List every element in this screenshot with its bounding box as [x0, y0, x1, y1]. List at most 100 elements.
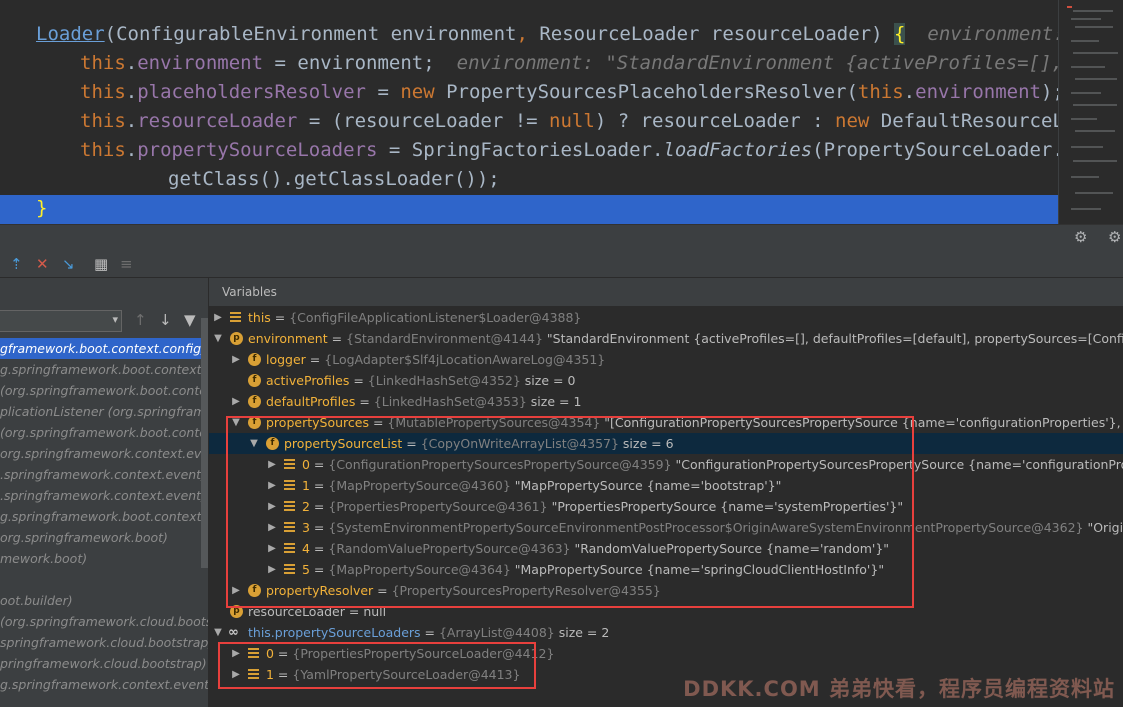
code-token: placeholdersResolver: [137, 81, 366, 103]
frames-scrollbar[interactable]: [201, 318, 208, 568]
minimap-line: [1073, 52, 1118, 54]
stack-frame[interactable]: gframework.boot.context.config): [0, 338, 208, 359]
variable-ref: {LinkedHashSet@4352}: [367, 373, 521, 388]
minimap-line: [1071, 92, 1101, 94]
code-brace: {: [893, 23, 906, 45]
run-to-cursor-icon[interactable]: ↘: [62, 255, 75, 273]
filter-icon[interactable]: ▼: [184, 311, 196, 329]
code-line-6: getClass().getClassLoader());: [168, 165, 500, 194]
variable-value: size = 2: [554, 625, 610, 640]
code-token: this: [80, 139, 126, 161]
stack-frame[interactable]: org.springframework.boot): [0, 527, 208, 548]
parameter-icon: p: [230, 332, 243, 345]
code-token: this: [80, 52, 126, 74]
inline-debug-hint: environment: "StandardEnvironment {activ…: [456, 52, 1058, 74]
code-line-2: this.environment = environment; environme…: [80, 49, 1058, 78]
drop-frame-icon[interactable]: ✕: [36, 255, 49, 273]
stack-frame[interactable]: oot.builder): [0, 590, 208, 611]
variable-equals: =: [355, 394, 374, 409]
code-token: ) ? resourceLoader :: [594, 110, 836, 132]
chevron-down-icon: ▾: [112, 313, 118, 326]
minimap-line: [1071, 118, 1097, 120]
collapse-icon[interactable]: ▼: [212, 622, 224, 643]
code-line-4: this.resourceLoader = (resourceLoader !=…: [80, 107, 1058, 136]
editor-minimap[interactable]: [1058, 0, 1123, 224]
minimap-line: [1073, 10, 1113, 12]
stack-frame[interactable]: springframework.cloud.bootstrap): [0, 632, 208, 653]
variable-equals: =: [270, 310, 290, 325]
variable-name: defaultProfiles: [266, 394, 356, 409]
collapse-icon[interactable]: ▼: [212, 328, 224, 349]
variable-value: "OriginAwareSy: [1087, 520, 1123, 535]
minimap-line: [1075, 78, 1117, 80]
minimap-line: [1073, 160, 1117, 162]
code-token: = (resourceLoader !=: [297, 110, 550, 132]
arrow-up-icon[interactable]: ↑: [134, 311, 147, 329]
variable-equals: =: [305, 352, 325, 367]
code-token[interactable]: Loader: [36, 23, 105, 45]
code-token: getClass().getClassLoader());: [168, 168, 500, 190]
code-token: (ConfigurableEnvironment environment: [104, 23, 517, 45]
debugger-toolbar: ⇡ ✕ ↘ ▦ ≡: [0, 251, 1123, 278]
variable-value: size = 0: [520, 373, 576, 388]
field-icon: f: [248, 374, 261, 387]
expand-icon[interactable]: ▶: [212, 307, 224, 328]
variable-row[interactable]: ▼ ∞ this.propertySourceLoaders = {ArrayLis…: [209, 622, 1123, 643]
variable-ref: {StandardEnvironment@4144}: [346, 331, 543, 346]
minimap-line: [1075, 26, 1113, 28]
variable-ref: {LogAdapter$Slf4jLocationAwareLog@4351}: [324, 352, 606, 367]
variable-row[interactable]: ▶ f defaultProfiles = {LinkedHashSet@4353}…: [209, 391, 1123, 412]
step-out-icon[interactable]: ⇡: [10, 255, 23, 273]
current-line-highlight: [0, 195, 1058, 224]
error-marker[interactable]: [1067, 6, 1072, 8]
code-token: null: [549, 110, 595, 132]
minimap-line: [1075, 192, 1113, 194]
stack-frame[interactable]: mework.boot): [0, 548, 208, 569]
variable-text: activeProfiles = {LinkedHashSet@4352} si…: [266, 370, 575, 391]
variable-equals: =: [327, 331, 347, 346]
stack-frame[interactable]: (org.springframework.boot.context.confi: [0, 422, 208, 443]
code-token: = SpringFactoriesLoader.: [377, 139, 664, 161]
code-line-5: this.propertySourceLoaders = SpringFacto…: [80, 136, 1058, 165]
arrow-down-icon[interactable]: ↓: [159, 311, 172, 329]
variable-ref: {ConfigFileApplicationListener$Loader@43…: [289, 310, 582, 325]
stack-frame[interactable]: g.springframework.boot.context.event: [0, 506, 208, 527]
minimap-line: [1071, 18, 1101, 20]
thread-selector[interactable]: ▾: [0, 310, 122, 332]
code-token: ResourceLoader resourceLoader): [539, 23, 894, 45]
settings-icon[interactable]: ⚙: [1074, 228, 1087, 246]
gear-icon[interactable]: ⚙: [1108, 228, 1121, 246]
code-line-7: }: [36, 194, 47, 223]
code-editor[interactable]: Loader(ConfigurableEnvironment environme…: [0, 0, 1058, 224]
expand-icon[interactable]: ▶: [230, 349, 242, 370]
stack-frame[interactable]: .springframework.context.event): [0, 464, 208, 485]
field-icon: f: [248, 395, 261, 408]
variable-value: "StandardEnvironment {activeProfiles=[],…: [546, 331, 1123, 346]
stack-frame[interactable]: (org.springframework.cloud.bootst: [0, 611, 208, 632]
variable-row[interactable]: ▶ this = {ConfigFileApplicationListener$L…: [209, 307, 1123, 328]
variable-row[interactable]: f activeProfiles = {LinkedHashSet@4352} s…: [209, 370, 1123, 391]
expand-icon[interactable]: ▶: [230, 391, 242, 412]
stack-frame[interactable]: .springframework.context.event): [0, 485, 208, 506]
variables-panel: Variables ▶ this = {ConfigFileApplication…: [209, 278, 1123, 707]
variable-equals: =: [420, 625, 439, 640]
variable-row[interactable]: ▶ f logger = {LogAdapter$Slf4jLocationAwar…: [209, 349, 1123, 370]
code-token: = environment;: [263, 52, 435, 74]
evaluate-expression-icon[interactable]: ▦: [94, 255, 108, 273]
code-token: this: [80, 81, 126, 103]
trace-stream-icon[interactable]: ≡: [120, 255, 133, 273]
stack-frame[interactable]: (org.springframework.boot.context: [0, 380, 208, 401]
stack-frame[interactable]: g.springframework.boot.context.co: [0, 359, 208, 380]
code-token: =: [366, 81, 401, 103]
stack-frame[interactable]: org.springframework.context.event): [0, 443, 208, 464]
stack-frame[interactable]: [0, 569, 208, 590]
variables-header: Variables: [209, 278, 1123, 307]
code-token: new: [835, 110, 870, 132]
code-line-3: this.placeholdersResolver = new Property…: [80, 78, 1058, 107]
code-token: this: [80, 110, 126, 132]
variable-row[interactable]: ▼ p environment = {StandardEnvironment@414…: [209, 328, 1123, 349]
stack-frame[interactable]: plicationListener (org.springframew: [0, 401, 208, 422]
minimap-line: [1071, 146, 1103, 148]
stack-frame[interactable]: g.springframework.context.event: [0, 674, 208, 695]
stack-frame[interactable]: pringframework.cloud.bootstrap): [0, 653, 208, 674]
